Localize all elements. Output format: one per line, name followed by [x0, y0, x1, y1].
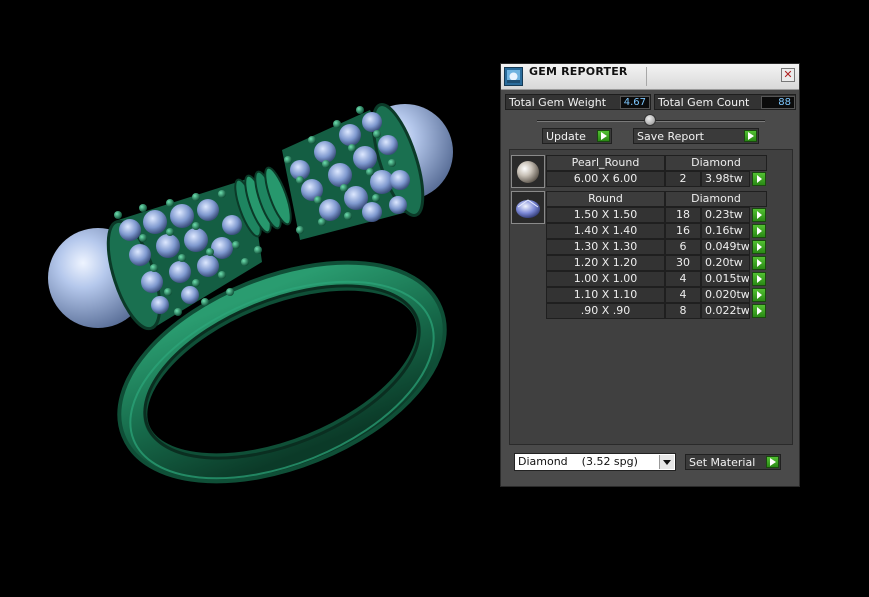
- group-material-header: Diamond: [665, 191, 767, 207]
- title-bar[interactable]: GEM REPORTER ✕: [501, 64, 799, 90]
- report-slider-thumb[interactable]: [644, 114, 656, 126]
- select-gems-button[interactable]: [752, 224, 766, 238]
- total-gem-weight-value: 4.67: [620, 96, 650, 109]
- update-button-label: Update: [546, 130, 586, 143]
- gem-reporter-app-icon: [504, 67, 523, 86]
- gem-size: 1.30 X 1.30: [546, 239, 665, 255]
- diamond-icon[interactable]: [511, 191, 545, 224]
- gem-count: 4: [665, 287, 701, 303]
- total-gem-weight-box: Total Gem Weight 4.67: [505, 94, 651, 110]
- select-gems-button[interactable]: [752, 208, 766, 222]
- gem-size: .90 X .90: [546, 303, 665, 319]
- total-gem-count-box: Total Gem Count 88: [654, 94, 796, 110]
- gem-weight: 0.20tw: [701, 255, 750, 271]
- gem-weight: 0.020tw: [701, 287, 750, 303]
- title-divider: [646, 67, 647, 86]
- gem-size: 6.00 X 6.00: [546, 171, 665, 187]
- gem-weight: 0.015tw: [701, 271, 750, 287]
- select-gems-button[interactable]: [752, 304, 766, 318]
- gem-size: 1.40 X 1.40: [546, 223, 665, 239]
- gem-size: 1.10 X 1.10: [546, 287, 665, 303]
- save-report-button[interactable]: Save Report: [633, 128, 759, 144]
- gem-count: 30: [665, 255, 701, 271]
- gem-size: 1.20 X 1.20: [546, 255, 665, 271]
- gem-size: 1.50 X 1.50: [546, 207, 665, 223]
- total-gem-weight-label: Total Gem Weight: [509, 96, 607, 109]
- chevron-down-icon[interactable]: [659, 455, 674, 469]
- group-material-header: Diamond: [665, 155, 767, 171]
- set-material-button[interactable]: Set Material: [685, 454, 781, 470]
- select-gems-button[interactable]: [752, 172, 766, 186]
- material-select[interactable]: Diamond (3.52 spg): [514, 453, 676, 471]
- gem-weight: 3.98tw: [701, 171, 750, 187]
- play-icon: [766, 456, 779, 468]
- window-title: GEM REPORTER: [529, 65, 628, 78]
- material-select-value: Diamond (3.52 spg): [518, 455, 638, 468]
- pearl-icon[interactable]: [511, 155, 545, 188]
- gem-count: 6: [665, 239, 701, 255]
- gem-count: 18: [665, 207, 701, 223]
- gem-weight: 0.049tw: [701, 239, 750, 255]
- save-report-button-label: Save Report: [637, 130, 704, 143]
- total-gem-count-label: Total Gem Count: [658, 96, 750, 109]
- select-gems-button[interactable]: [752, 256, 766, 270]
- select-gems-button[interactable]: [752, 288, 766, 302]
- gem-size: 1.00 X 1.00: [546, 271, 665, 287]
- set-material-button-label: Set Material: [689, 456, 756, 469]
- gem-weight: 0.23tw: [701, 207, 750, 223]
- gem-list[interactable]: Pearl_Round Diamond 6.00 X 6.00 2 3.98tw…: [509, 149, 793, 445]
- gem-weight: 0.022tw: [701, 303, 750, 319]
- gem-count: 2: [665, 171, 701, 187]
- total-gem-count-value: 88: [761, 96, 795, 109]
- update-button[interactable]: Update: [542, 128, 612, 144]
- group-shape-header: Round: [546, 191, 665, 207]
- gem-count: 8: [665, 303, 701, 319]
- play-icon: [597, 130, 610, 142]
- close-icon[interactable]: ✕: [781, 68, 795, 82]
- play-icon: [744, 130, 757, 142]
- select-gems-button[interactable]: [752, 272, 766, 286]
- select-gems-button[interactable]: [752, 240, 766, 254]
- gem-count: 4: [665, 271, 701, 287]
- gem-reporter-panel: GEM REPORTER ✕ Total Gem Weight 4.67 Tot…: [500, 63, 800, 487]
- group-shape-header: Pearl_Round: [546, 155, 665, 171]
- gem-weight: 0.16tw: [701, 223, 750, 239]
- gem-count: 16: [665, 223, 701, 239]
